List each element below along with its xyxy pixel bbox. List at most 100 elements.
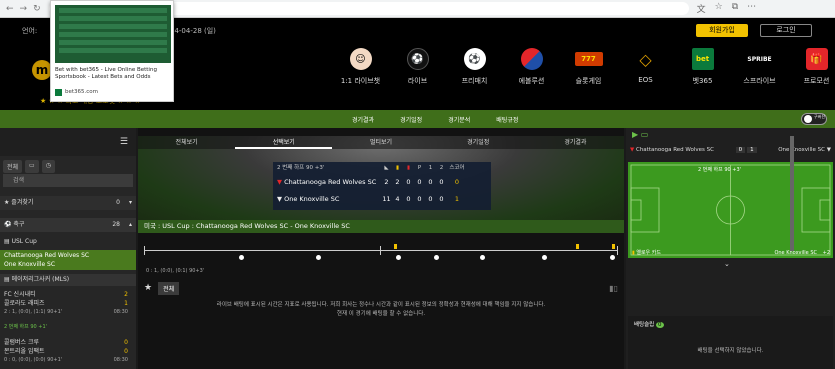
tab-all[interactable]: 전체	[3, 160, 23, 173]
tab-all-view[interactable]: 전체보기	[138, 136, 235, 149]
match-item-selected[interactable]: Chattanooga Red Wolves SC One Knoxville …	[0, 250, 136, 270]
away-score: 1	[124, 300, 128, 307]
bet-slip: 배팅슬립 0 배팅을 선택하지 않았습니다.	[628, 316, 833, 369]
extensions-icon[interactable]: ⧉	[732, 2, 738, 15]
tab-clock-icon[interactable]: ◷	[41, 160, 55, 173]
nav-rules[interactable]: 배팅규정	[496, 115, 518, 124]
sidebar-header: ☰	[0, 128, 136, 156]
filter-all-button[interactable]: 전체	[158, 281, 180, 295]
disclaimer: 라이브 배팅에 표시된 시간은 지표로 사용됩니다. 저희 회사는 정수나 시간…	[138, 301, 624, 319]
menu-item-promotion[interactable]: 🎁 프로모션	[788, 48, 835, 86]
away-team: One Knoxville SC	[778, 147, 825, 153]
site-logo[interactable]: m	[32, 60, 52, 80]
layout-icon[interactable]: ▮▯	[609, 284, 618, 293]
away-score: 1	[747, 147, 757, 153]
current-date: 24-04-28 (일)	[170, 27, 216, 35]
menu-item-bet365[interactable]: bet 벳365	[674, 48, 731, 86]
yellow-card-icon	[612, 244, 615, 249]
favorites-row[interactable]: ★ 즐겨찾기 0 ▾	[0, 196, 136, 210]
match-item[interactable]: 콜럼버스 크루 0 몬트리올 임팩트 0 0 : 0, (0:0), (0:0) 9…	[0, 336, 136, 369]
forward-icon[interactable]: →	[20, 4, 28, 14]
timeline-tick	[380, 246, 381, 255]
menu-label: 벳365	[692, 77, 713, 85]
menu-label: 스프라이브	[743, 77, 776, 85]
bet365-icon: bet	[691, 48, 714, 70]
tab-live-icon[interactable]: ▭	[25, 160, 39, 173]
menu-label: 슬롯게임	[575, 77, 602, 85]
filter-icon[interactable]: ☰	[120, 137, 128, 147]
away-team: One Knoxville SC	[284, 195, 340, 203]
tab-results[interactable]: 경기결과	[527, 136, 624, 149]
chevron-down-icon[interactable]: ⌄	[724, 260, 730, 268]
event-icon	[316, 255, 321, 260]
tab-multi-view[interactable]: 멀티보기	[332, 136, 429, 149]
browser-extensions: 文 ☆ ⧉ ⋯	[697, 2, 757, 15]
translate-icon[interactable]: 文	[697, 2, 706, 15]
scrollbar[interactable]	[790, 136, 794, 251]
match-time: 08:30	[113, 309, 128, 315]
away-team: 콜로라도 래피즈	[4, 300, 45, 307]
away-yellow: 4	[395, 195, 400, 203]
event-icon	[480, 255, 485, 260]
language-selector[interactable]: 언어:	[22, 26, 37, 36]
search-input[interactable]: 검색	[3, 174, 133, 187]
match-item[interactable]: FC 신시내티 2 콜로라도 래피즈 1 2 : 1, (0:0), (1:1) 9…	[0, 288, 136, 332]
timeline-line	[144, 250, 618, 251]
home-score: 0	[454, 178, 460, 186]
join-button[interactable]: 회원가입	[696, 24, 748, 37]
league-mls[interactable]: ▤ 메이저리그사커 (MLS)	[0, 274, 136, 286]
match-status: 2 번째 하프 90 +1'	[4, 324, 48, 330]
pitch-period: 2 번째 하프 90 +3'	[698, 167, 742, 173]
nav-results[interactable]: 경기결과	[352, 115, 374, 124]
home-score: 2	[124, 291, 128, 298]
match-period: 2 번째 하프 90 +3'	[277, 165, 325, 171]
menu-item-slot[interactable]: 777 슬롯게임	[560, 48, 617, 86]
login-button[interactable]: 로그인	[760, 24, 812, 37]
bet-slip-title: 배팅슬립	[634, 322, 655, 328]
pitch-tracker: 2 번째 하프 90 +3' ▮ 옐로우 카드 One Knoxville SC…	[628, 162, 833, 258]
yellow-card-icon	[394, 244, 397, 249]
menu-item-evolution[interactable]: 에볼루션	[503, 48, 560, 86]
home-h2: 0	[439, 178, 444, 186]
tab-selected-view[interactable]: 선택보기	[235, 136, 333, 149]
menu-label: 라이브	[407, 77, 428, 85]
menu-item-prematch[interactable]: ⚽ 프리매치	[446, 48, 503, 86]
us-flag-icon: ▤	[4, 276, 12, 283]
tab-schedule[interactable]: 경기일정	[430, 136, 527, 149]
home-team: 콜럼버스 크루	[4, 339, 40, 346]
star-icon[interactable]: ★	[144, 283, 152, 293]
league-usl[interactable]: ▤ USL Cup	[0, 236, 136, 248]
gift-icon: 🎁	[805, 48, 828, 70]
home-team: Chattanooga Red Wolves SC	[4, 252, 90, 259]
score-line: 0 : 1, (0:0), (0:1) 90+3'	[146, 268, 205, 274]
bet-count-badge: 0	[656, 322, 664, 328]
menu-item-spribe[interactable]: SPRIBE 스프라이브	[731, 48, 788, 86]
menu-item-eos[interactable]: ◇ EOS	[617, 48, 674, 86]
nav-analysis[interactable]: 경기분석	[448, 115, 470, 124]
away-red: 0	[406, 195, 411, 203]
slot-icon: 777	[574, 52, 603, 66]
menu-label: 프리매치	[461, 77, 488, 85]
event-extra: +2	[822, 250, 830, 256]
menu-item-livechat[interactable]: ☺ 1:1 라이브챗	[332, 48, 389, 86]
star-icon[interactable]: ☆	[715, 2, 723, 15]
scoreboard-away-row: ▼ One Knoxville SC 11 4 0 0 0 0 1	[273, 191, 491, 208]
refresh-icon[interactable]: ↻	[33, 4, 41, 14]
menu-icon[interactable]: ⋯	[747, 2, 756, 15]
scoreboard-home-row: ▼ Chattanooga Red Wolves SC 2 2 0 0 0 0 …	[273, 174, 491, 191]
home-score: 0	[735, 147, 746, 153]
event-team: One Knoxville SC	[774, 250, 817, 256]
nav-schedule[interactable]: 경기일정	[400, 115, 422, 124]
spribe-icon: SPRIBE	[747, 55, 772, 63]
sport-soccer[interactable]: ⚽ 축구 28 ▴	[0, 218, 136, 232]
event-icon	[610, 255, 615, 260]
away-h2: 0	[439, 195, 444, 203]
menu-label: 에볼루션	[518, 77, 545, 85]
col-p: P	[417, 165, 422, 171]
menu-item-live[interactable]: ⚽ 라이브	[389, 48, 446, 86]
back-icon[interactable]: ←	[6, 4, 14, 14]
right-panel: ▶ ▭ ▼ Chattanooga Red Wolves SC 01 One K…	[626, 128, 835, 369]
home-team: FC 신시내티	[4, 291, 36, 298]
video-icon[interactable]: ▶ ▭	[632, 130, 648, 139]
sports-sidebar: ☰ 전체 ▭ ◷ 검색 ★ 즐겨찾기 0 ▾ ⚽ 축구 28 ▴ ▤ USL C…	[0, 128, 136, 369]
